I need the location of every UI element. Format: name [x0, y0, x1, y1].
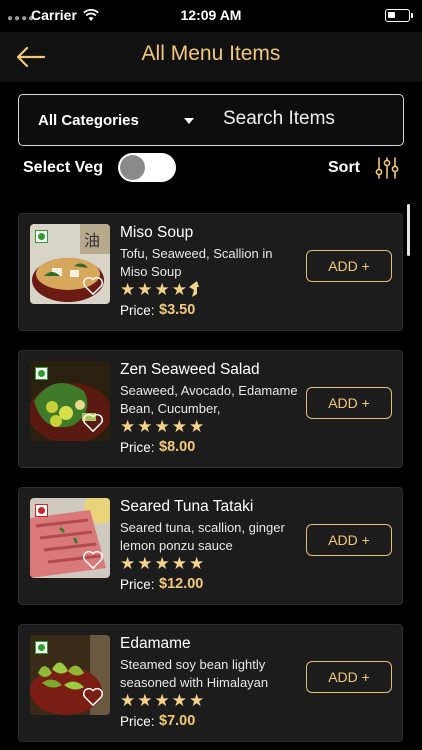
rating-stars: ★★★★★: [120, 691, 207, 710]
price-label: Price:: [120, 303, 155, 318]
toggle-knob: [120, 155, 145, 180]
sort-button[interactable]: Sort: [328, 159, 360, 177]
food-image: 油: [30, 224, 110, 304]
clock: 12:09 AM: [180, 7, 242, 23]
status-bar: ●●●● Carrier 12:09 AM: [0, 0, 422, 32]
price-label: Price:: [120, 714, 155, 729]
search-input[interactable]: Search Items: [223, 108, 335, 130]
menu-item-card[interactable]: Zen Seaweed Salad Seaweed, Avocado, Edam…: [18, 350, 403, 468]
price-label: Price:: [120, 577, 155, 592]
add-button[interactable]: ADD +: [306, 387, 392, 419]
item-description: Steamed soy bean lightly seasoned with H…: [120, 657, 269, 690]
filter-sliders-icon[interactable]: [375, 156, 399, 180]
rating-stars: ★★★★★: [120, 554, 207, 573]
item-name: Edamame: [120, 635, 191, 652]
svg-text:油: 油: [84, 231, 100, 250]
category-dropdown[interactable]: All Categories: [38, 112, 139, 129]
battery-tip: [411, 13, 413, 18]
half-star-icon: [188, 281, 199, 297]
veg-indicator-icon: [35, 367, 48, 380]
food-image: [30, 361, 110, 441]
heart-icon[interactable]: [82, 550, 104, 570]
price-value: $8.00: [159, 439, 196, 455]
nonveg-indicator-icon: [35, 504, 48, 517]
heart-icon[interactable]: [82, 687, 104, 707]
item-name: Miso Soup: [120, 224, 194, 241]
item-name: Zen Seaweed Salad: [120, 361, 260, 378]
search-bar: All Categories Search Items: [18, 94, 404, 146]
menu-item-card[interactable]: Edamame Steamed soy bean lightly seasone…: [18, 624, 403, 742]
item-description: Seared tuna, scallion, ginger lemon ponz…: [120, 520, 285, 553]
select-veg-label: Select Veg: [23, 159, 104, 176]
price-value: $7.00: [159, 713, 196, 729]
menu-item-card[interactable]: 油 Miso Soup Tofu, Seaweed, Scallion in M…: [18, 213, 403, 331]
item-name: Seared Tuna Tataki: [120, 498, 254, 515]
add-button[interactable]: ADD +: [306, 524, 392, 556]
rating-stars: ★★★★: [120, 280, 201, 300]
dropdown-caret-icon[interactable]: [184, 118, 194, 124]
add-button[interactable]: ADD +: [306, 250, 392, 282]
page-title: All Menu Items: [141, 42, 281, 65]
item-description: Tofu, Seaweed, Scallion in Miso Soup: [120, 246, 273, 279]
veg-indicator-icon: [35, 230, 48, 243]
food-image: [30, 635, 110, 715]
rating-stars: ★★★★★: [120, 417, 207, 436]
price-value: $3.50: [159, 302, 196, 318]
price-value: $12.00: [159, 576, 204, 592]
scrollbar[interactable]: [407, 204, 410, 256]
price-label: Price:: [120, 440, 155, 455]
nav-header: All Menu Items: [0, 32, 422, 82]
item-description: Seaweed, Avocado, Edamame Bean, Cucumber…: [120, 383, 298, 416]
star-icons: ★★★★: [120, 280, 189, 299]
food-image: [30, 498, 110, 578]
veg-indicator-icon: [35, 641, 48, 654]
menu-item-card[interactable]: Seared Tuna Tataki Seared tuna, scallion…: [18, 487, 403, 605]
battery-icon: [385, 9, 410, 22]
veg-toggle[interactable]: [118, 153, 176, 182]
heart-icon[interactable]: [82, 413, 104, 433]
heart-icon[interactable]: [82, 276, 104, 296]
add-button[interactable]: ADD +: [306, 661, 392, 693]
